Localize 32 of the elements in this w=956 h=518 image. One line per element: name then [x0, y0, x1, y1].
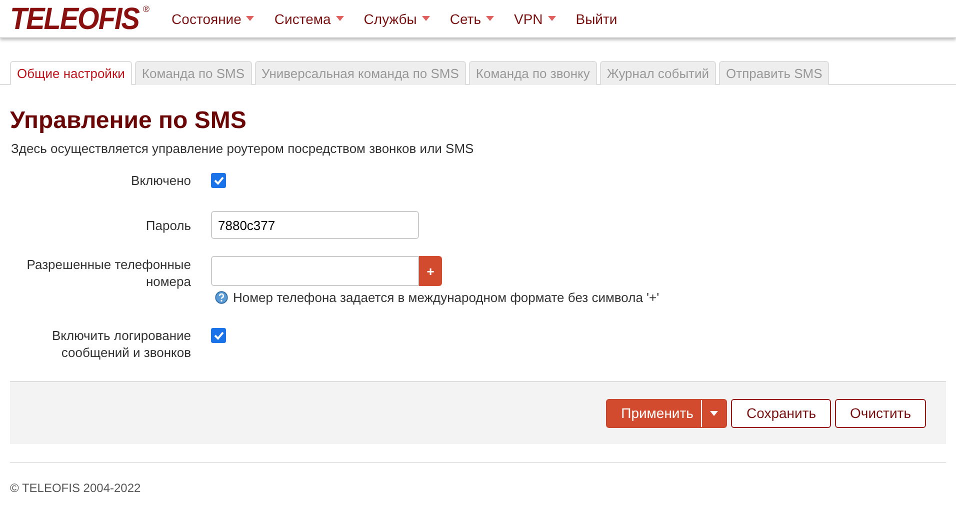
caret-icon — [422, 16, 430, 21]
field-label: Разрешенные телефонные номера — [26, 256, 191, 291]
caret-icon — [246, 16, 254, 21]
copyright-text: © TELEOFIS 2004-2022 — [10, 481, 141, 495]
nav-menu-item[interactable]: Выйти — [566, 10, 628, 26]
checkbox[interactable] — [211, 173, 226, 188]
action-button[interactable]: Сохранить — [731, 398, 832, 428]
page-description: Здесь осуществляется управление роутером посредством звонков или SMS — [11, 141, 475, 156]
field-label: Включено — [130, 172, 191, 189]
field-label: Пароль — [144, 216, 191, 234]
tab[interactable]: Общие настройки — [10, 61, 132, 85]
field-label: Включить логирование сообщений и звонков — [50, 327, 191, 361]
nav-menu-item[interactable]: Службы — [354, 10, 440, 26]
caret-icon — [548, 16, 556, 21]
add-button[interactable]: + — [419, 256, 442, 286]
logo: TELEOFIS — [10, 0, 139, 36]
help-icon — [215, 291, 228, 304]
caret-icon — [486, 16, 494, 21]
page-title: Управление по SMS — [10, 107, 248, 135]
nav-menu-item[interactable]: VPN — [504, 10, 566, 26]
nav-menu-item[interactable]: Состояние — [162, 10, 264, 26]
apply-button[interactable]: Применить — [606, 398, 728, 428]
registered-mark: ® — [142, 4, 150, 14]
nav-menu-item[interactable]: Система — [264, 10, 354, 26]
caret-icon — [710, 410, 718, 416]
caret-icon — [336, 16, 344, 21]
password-field[interactable]: 7880c377 — [211, 211, 419, 239]
action-button[interactable]: Очистить — [835, 398, 926, 428]
nav-menu-item[interactable]: Сеть — [440, 10, 504, 26]
phone-field[interactable] — [211, 256, 419, 286]
checkbox[interactable] — [211, 328, 226, 343]
hint-text: Номер телефона задается в международном формате без символа '+' — [233, 290, 660, 305]
